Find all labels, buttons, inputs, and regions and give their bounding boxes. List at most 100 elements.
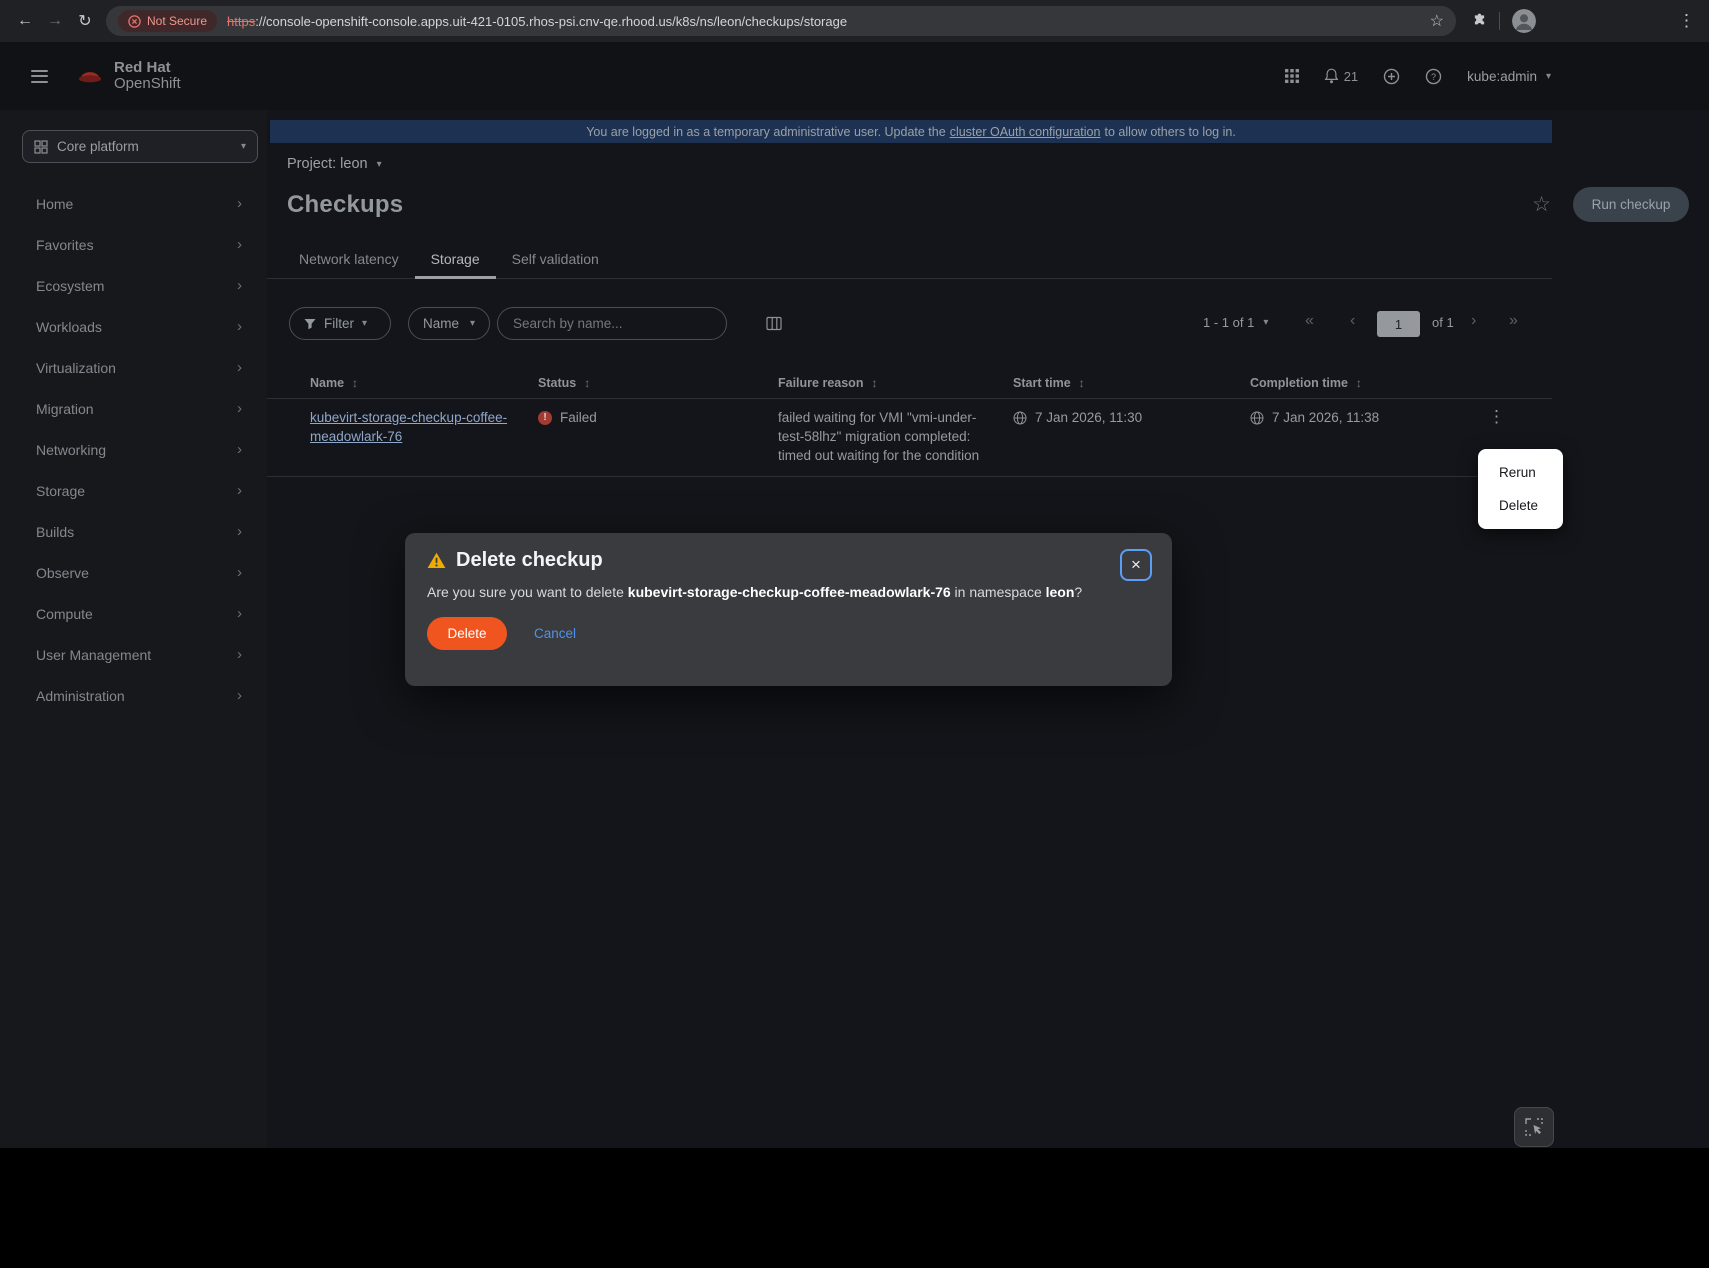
sidebar-item-ecosystem[interactable]: Ecosystem › — [0, 265, 267, 306]
project-selector[interactable]: Project: leon ▾ — [287, 156, 382, 172]
perspective-switcher[interactable]: Core platform ▾ — [22, 130, 258, 163]
name-filter-dropdown[interactable]: Name ▾ — [408, 307, 490, 340]
sidebar-item-administration[interactable]: Administration › — [0, 675, 267, 716]
brand-logo[interactable]: Red Hat OpenShift — [75, 58, 181, 92]
sidebar-item-label: Storage — [36, 482, 86, 499]
browser-back-button[interactable]: ← — [10, 6, 40, 36]
cancel-button[interactable]: Cancel — [534, 626, 576, 641]
address-bar[interactable]: Not Secure https://console-openshift-con… — [106, 6, 1456, 36]
browser-menu-icon[interactable]: ⋮ — [1678, 11, 1695, 31]
sidebar-item-builds[interactable]: Builds › — [0, 511, 267, 552]
brand-line1: Red Hat — [114, 58, 171, 76]
column-header-start-time[interactable]: Start time ↕ — [1013, 376, 1250, 390]
chevron-right-icon: › — [237, 359, 242, 376]
chevron-right-icon: › — [237, 400, 242, 417]
column-header-completion-time[interactable]: Completion time ↕ — [1250, 376, 1488, 390]
sidebar-item-workloads[interactable]: Workloads › — [0, 306, 267, 347]
row-actions-menu: Rerun Delete — [1478, 449, 1563, 529]
bookmark-star-icon[interactable]: ☆ — [1430, 11, 1444, 31]
menu-item-delete[interactable]: Delete — [1478, 489, 1563, 522]
status-cell: ! Failed — [538, 408, 778, 427]
modal-header: Delete checkup — [427, 549, 1150, 572]
browser-profile-avatar[interactable] — [1512, 9, 1536, 33]
sidebar-item-favorites[interactable]: Favorites › — [0, 224, 267, 265]
close-icon: × — [1131, 555, 1141, 574]
screen-cursor-icon — [1525, 1118, 1543, 1136]
notifications-button[interactable]: 21 — [1324, 68, 1358, 84]
sort-icon: ↕ — [352, 375, 359, 390]
nav-toggle-icon[interactable] — [31, 69, 48, 83]
chevron-down-icon: ▾ — [376, 158, 382, 170]
extensions-icon[interactable] — [1470, 13, 1487, 30]
sidebar-item-storage[interactable]: Storage › — [0, 470, 267, 511]
tab-self-validation[interactable]: Self validation — [496, 239, 615, 278]
column-management-icon[interactable] — [766, 316, 782, 336]
menu-item-rerun[interactable]: Rerun — [1478, 456, 1563, 489]
chevron-right-icon: › — [237, 482, 242, 499]
banner-text-before: You are logged in as a temporary adminis… — [586, 124, 946, 139]
column-header-failure-reason[interactable]: Failure reason ↕ — [778, 376, 1013, 390]
security-label: Not Secure — [147, 14, 208, 28]
tab-label: Storage — [430, 250, 480, 267]
not-secure-icon — [128, 14, 141, 28]
sidebar-item-label: Networking — [36, 441, 107, 458]
sidebar-item-home[interactable]: Home › — [0, 183, 267, 224]
browser-forward-button[interactable]: → — [40, 6, 70, 36]
user-menu[interactable]: kube:admin ▾ — [1467, 69, 1551, 84]
desktop-background — [0, 1148, 1709, 1268]
column-header-name[interactable]: Name ↕ — [310, 376, 538, 390]
confirm-resource-name: kubevirt-storage-checkup-coffee-meadowla… — [627, 584, 951, 600]
page-number-input[interactable] — [1377, 311, 1420, 337]
favorite-star-icon[interactable]: ☆ — [1532, 192, 1551, 217]
chevron-right-icon: › — [237, 441, 242, 458]
oauth-config-link[interactable]: cluster OAuth configuration — [950, 125, 1101, 139]
modal-close-button[interactable]: × — [1120, 549, 1152, 581]
browser-reload-button[interactable]: ↻ — [70, 6, 100, 36]
column-header-status[interactable]: Status ↕ — [538, 376, 778, 390]
pagination-next-icon[interactable]: › — [1471, 312, 1476, 330]
url-rest: ://console-openshift-console.apps.uit-42… — [255, 13, 848, 29]
tab-storage[interactable]: Storage — [414, 239, 496, 279]
table-row: kubevirt-storage-checkup-coffee-meadowla… — [267, 399, 1552, 477]
search-input[interactable] — [497, 307, 727, 340]
sidebar-item-compute[interactable]: Compute › — [0, 593, 267, 634]
sidebar-item-label: Compute — [36, 605, 93, 622]
sort-icon: ↕ — [584, 375, 591, 390]
pagination-summary-dropdown[interactable]: 1 - 1 of 1 ▾ — [1203, 315, 1268, 330]
sidebar-item-networking[interactable]: Networking › — [0, 429, 267, 470]
sidebar-item-observe[interactable]: Observe › — [0, 552, 267, 593]
sidebar-item-user-management[interactable]: User Management › — [0, 634, 267, 675]
confirm-text-before: Are you sure you want to delete — [427, 584, 628, 600]
sidebar-item-label: Migration — [36, 400, 94, 417]
pagination-first-icon[interactable]: « — [1305, 312, 1314, 330]
sidebar-item-migration[interactable]: Migration › — [0, 388, 267, 429]
modal-title: Delete checkup — [456, 549, 603, 571]
page-url: https://console-openshift-console.apps.u… — [227, 14, 847, 29]
filter-dropdown[interactable]: Filter ▾ — [289, 307, 391, 340]
site-security-chip[interactable]: Not Secure — [118, 10, 218, 32]
status-label: Failed — [560, 410, 597, 425]
failure-reason-cell: failed waiting for VMI "vmi-under-test-5… — [778, 410, 980, 463]
chevron-down-icon: ▾ — [1263, 317, 1269, 328]
help-icon[interactable]: ? — [1425, 68, 1442, 85]
quick-create-icon[interactable] — [1383, 68, 1400, 85]
pagination-prev-icon[interactable]: ‹ — [1350, 312, 1355, 330]
app-launcher-icon[interactable] — [1284, 69, 1299, 83]
sidebar-item-virtualization[interactable]: Virtualization › — [0, 347, 267, 388]
confirm-delete-button[interactable]: Delete — [427, 617, 507, 650]
svg-text:?: ? — [1431, 71, 1436, 81]
notification-count: 21 — [1343, 68, 1359, 84]
bell-icon — [1324, 68, 1339, 84]
page-of-label: of 1 — [1432, 315, 1454, 330]
run-checkup-button[interactable]: Run checkup — [1573, 187, 1689, 222]
modal-body: Are you sure you want to delete kubevirt… — [427, 584, 1150, 600]
chevron-right-icon: › — [237, 646, 242, 663]
browser-chrome: ← → ↻ Not Secure https://console-openshi… — [0, 0, 1709, 42]
row-kebab-menu-icon[interactable]: ⋮ — [1488, 407, 1505, 426]
pagination-last-icon[interactable]: » — [1509, 312, 1518, 330]
sidebar-item-label: Favorites — [36, 236, 94, 253]
remote-pointer-button[interactable] — [1514, 1107, 1554, 1147]
chevron-right-icon: › — [237, 564, 242, 581]
tab-network-latency[interactable]: Network latency — [283, 239, 415, 278]
checkup-name-link[interactable]: kubevirt-storage-checkup-coffee-meadowla… — [310, 408, 532, 446]
